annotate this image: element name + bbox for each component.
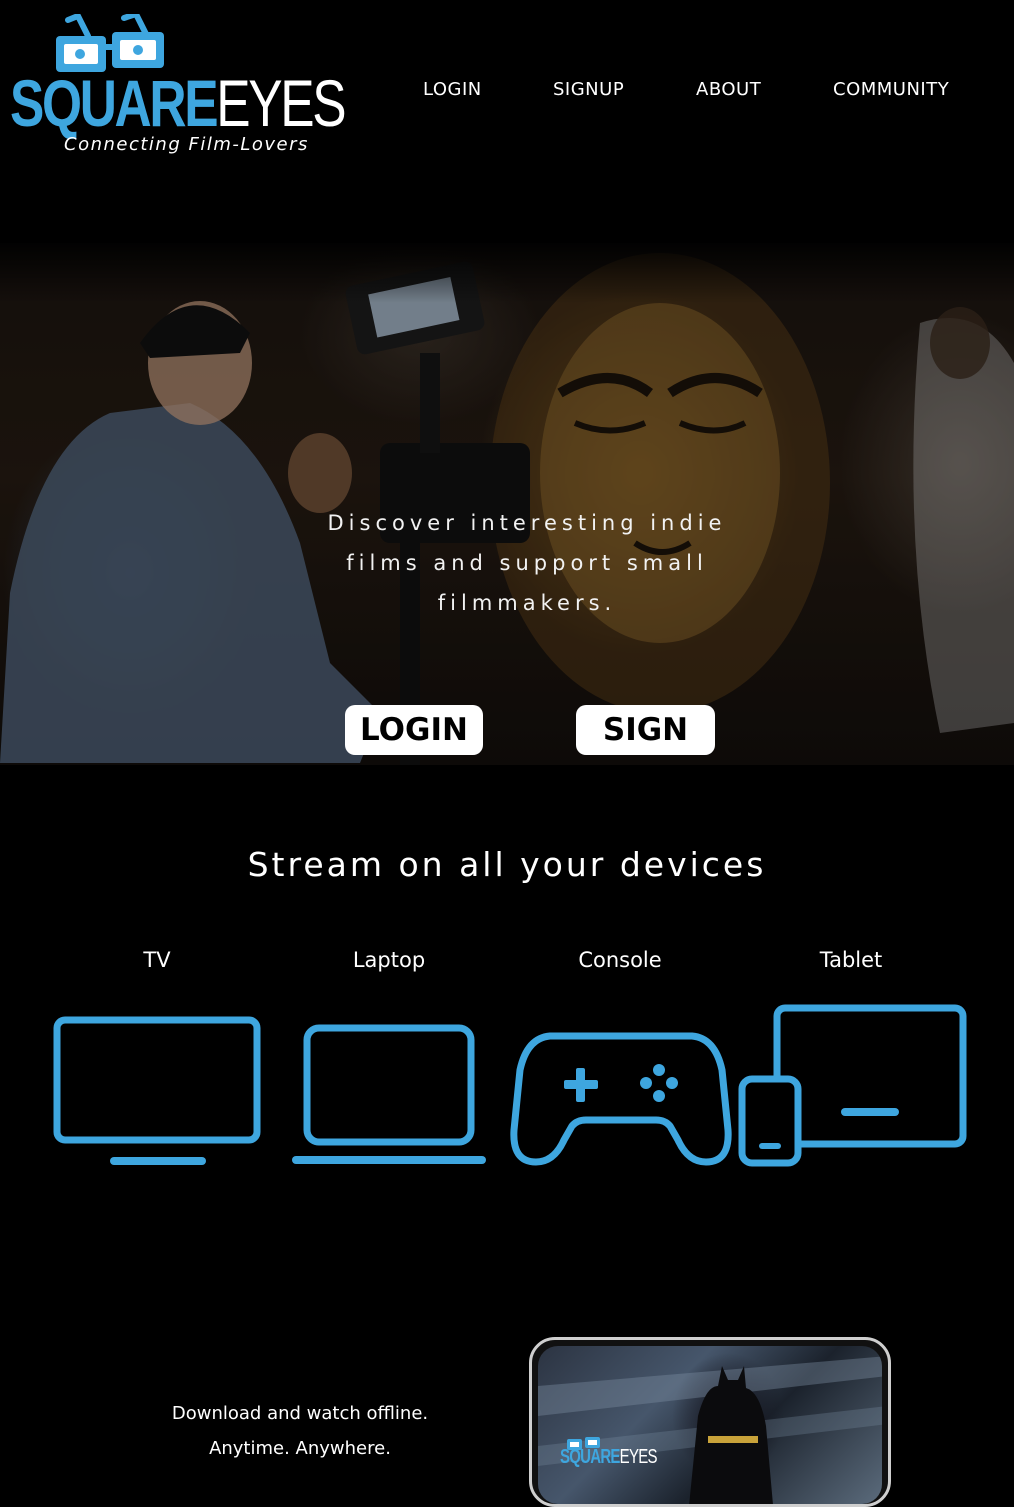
download-line-1: Download and watch offline. [171,1403,429,1424]
nav-signup-link[interactable]: SIGNUP [553,79,624,100]
nav-about-link[interactable]: ABOUT [696,79,761,100]
phone-logo-square: SQUARE [560,1446,620,1468]
device-label-console: Console [578,948,662,972]
tv-icon [53,1016,261,1165]
laptop-icon [292,1024,486,1164]
device-label-tablet: Tablet [819,948,883,972]
hero-login-button[interactable]: LOGIN [345,705,483,755]
hero-tagline: Discover interesting indie films and sup… [327,511,727,615]
gamepad-icon [510,1032,732,1166]
download-line-2: Anytime. Anywhere. [209,1438,391,1459]
devices-title: Stream on all your devices [247,845,767,884]
tablet-phone-icon [738,1004,967,1167]
batman-image [538,1356,882,1504]
nav-community-link[interactable]: COMMUNITY [833,79,949,100]
phone-logo-eyes: EYES [619,1446,658,1468]
main-nav: LOGIN SIGNUP ABOUT COMMUNITY [0,79,1014,109]
hero-signup-button[interactable]: SIGN UP [576,705,715,765]
phone-mockup: SQUAREEYES [529,1337,891,1507]
brand-tagline: Connecting Film-Lovers [64,134,309,155]
device-label-laptop: Laptop [352,948,426,972]
site-header: SQUAREEYES Connecting Film-Lovers LOGIN … [0,0,1014,180]
phone-logo-wordmark: SQUAREEYES [560,1446,657,1469]
phone-screen-image: SQUAREEYES [538,1346,882,1504]
device-label-tv: TV [143,948,171,972]
download-text: Download and watch offline. Anytime. Any… [120,1396,480,1466]
hero-top-fade [0,243,1014,303]
nav-login-link[interactable]: LOGIN [423,79,482,100]
hero-banner: Discover interesting indie films and sup… [0,243,1014,765]
